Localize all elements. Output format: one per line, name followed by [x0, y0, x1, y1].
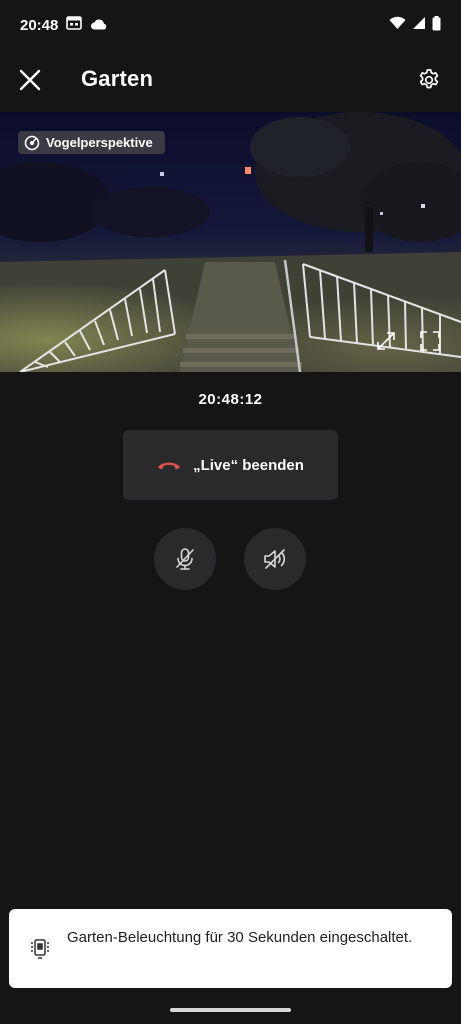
speaker-toggle-button[interactable] — [244, 528, 306, 590]
signal-icon — [412, 16, 426, 34]
calendar-icon — [66, 16, 83, 34]
zoom-button[interactable] — [372, 327, 400, 355]
bird-view-icon — [24, 135, 40, 150]
fullscreen-icon — [420, 331, 440, 351]
gear-icon — [419, 69, 439, 89]
view-mode-label: Vogelperspektive — [46, 135, 153, 150]
wifi-icon — [389, 16, 406, 34]
page-title: Garten — [81, 66, 154, 91]
speaker-off-icon — [264, 549, 286, 569]
live-timestamp: 20:48:12 — [198, 391, 263, 408]
home-indicator[interactable] — [170, 1008, 291, 1012]
settings-button[interactable] — [413, 64, 445, 96]
status-time: 20:48 — [20, 16, 59, 34]
fullscreen-button[interactable] — [416, 327, 444, 355]
cloud-icon — [90, 17, 108, 34]
outdoor-light-icon — [31, 939, 49, 959]
end-live-button[interactable]: „Live“ beenden — [123, 430, 338, 500]
view-mode-badge[interactable]: Vogelperspektive — [18, 131, 165, 154]
app-bar: Garten — [0, 50, 461, 112]
hang-up-icon — [158, 462, 181, 470]
microphone-off-icon — [176, 548, 194, 570]
notification-message: Garten-Beleuchtung für 30 Sekunden einge… — [67, 929, 413, 946]
status-left: 20:48 — [20, 16, 108, 34]
end-live-label: „Live“ beenden — [193, 456, 304, 474]
microphone-toggle-button[interactable] — [154, 528, 216, 590]
expand-diagonal-icon — [377, 332, 395, 350]
live-video-feed[interactable]: Vogelperspektive — [0, 112, 461, 372]
notification-toast: Garten-Beleuchtung für 30 Sekunden einge… — [9, 909, 452, 988]
battery-icon — [432, 15, 441, 35]
close-icon — [19, 69, 41, 91]
status-right — [389, 15, 441, 35]
status-bar: 20:48 — [0, 0, 461, 50]
close-button[interactable] — [14, 64, 46, 96]
